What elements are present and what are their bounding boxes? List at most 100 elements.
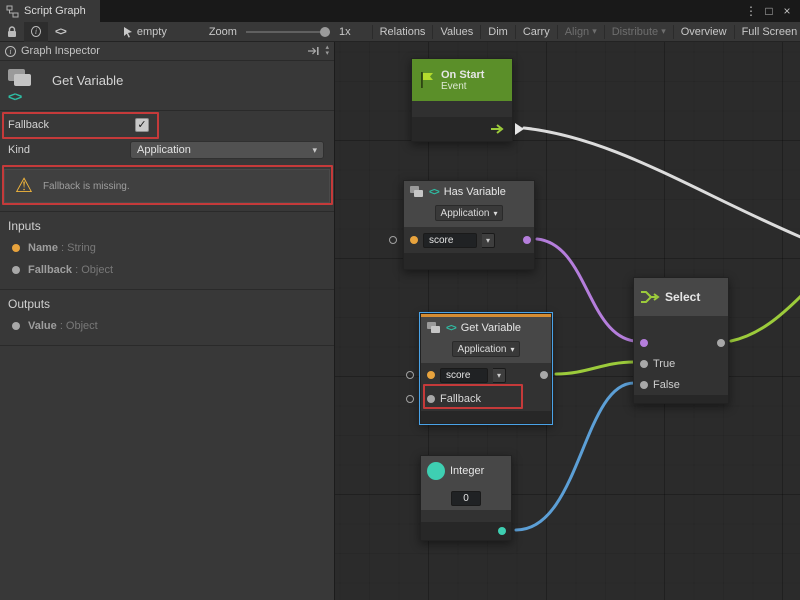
inspected-node-block: <> Get Variable bbox=[0, 61, 334, 111]
variable-name-field[interactable]: score bbox=[423, 233, 477, 248]
false-port-label: False bbox=[653, 379, 680, 391]
button-label: Values bbox=[440, 26, 473, 38]
condition-input-port[interactable] bbox=[640, 339, 648, 347]
variable-picker-button[interactable]: ▾ bbox=[493, 368, 506, 383]
code-icon: <> bbox=[55, 26, 66, 38]
zoom-value: 1x bbox=[339, 26, 351, 38]
kind-property-row: Kind Application ▾ bbox=[0, 138, 334, 162]
inspected-node-title: Get Variable bbox=[52, 73, 123, 88]
variables-icon bbox=[427, 322, 441, 334]
graph-inspector-panel: i Graph Inspector ▴ ▾ <> Get Variable Fa… bbox=[0, 42, 335, 600]
io-type: : Object bbox=[75, 264, 113, 276]
input-row-fallback: Fallback : Object bbox=[0, 259, 334, 281]
selection-output-port[interactable] bbox=[717, 339, 725, 347]
button-label: Distribute bbox=[612, 26, 658, 38]
unconnected-port[interactable] bbox=[406, 395, 414, 403]
window-menu-icon[interactable]: ⋮ bbox=[742, 0, 760, 22]
node-title: Select bbox=[665, 290, 700, 304]
lock-button[interactable] bbox=[0, 22, 24, 42]
dock-panel-icon[interactable] bbox=[307, 46, 320, 56]
kind-dropdown[interactable]: Application ▾ bbox=[130, 141, 324, 159]
window-titlebar: Script Graph ⋮ □ × bbox=[0, 0, 800, 22]
info-icon: i bbox=[31, 26, 41, 37]
false-input-port[interactable] bbox=[640, 381, 648, 389]
arrow-down-icon: ▾ bbox=[325, 51, 329, 57]
value-output-port[interactable] bbox=[540, 371, 548, 379]
io-type: : Object bbox=[60, 320, 98, 332]
button-label: Align bbox=[565, 26, 589, 38]
chevron-down-icon: ▾ bbox=[497, 371, 501, 380]
node-has-variable[interactable]: <> Has Variable Application ▾ score ▾ bbox=[403, 180, 535, 270]
full-screen-button[interactable]: Full Screen bbox=[735, 22, 800, 42]
dim-button[interactable]: Dim bbox=[481, 22, 515, 42]
control-flow-port[interactable] bbox=[515, 123, 524, 135]
string-port[interactable] bbox=[410, 236, 418, 244]
close-icon[interactable]: × bbox=[778, 0, 796, 22]
fallback-port-label: Fallback bbox=[440, 393, 481, 405]
node-title: On Start bbox=[441, 69, 484, 81]
fallback-label: Fallback bbox=[8, 119, 130, 131]
warning-text: Fallback is missing. bbox=[43, 181, 130, 192]
tab-script-graph[interactable]: Script Graph bbox=[0, 0, 100, 22]
bool-output-port[interactable] bbox=[523, 236, 531, 244]
node-title: Has Variable bbox=[444, 186, 506, 198]
code-view-button[interactable]: <> bbox=[48, 22, 73, 42]
zoom-slider-knob[interactable] bbox=[320, 27, 330, 37]
relations-button[interactable]: Relations bbox=[373, 22, 433, 42]
graph-canvas[interactable]: On Start Event <> Has Variable Applicati… bbox=[335, 42, 800, 600]
maximize-icon[interactable]: □ bbox=[760, 0, 778, 22]
wire-select-output[interactable] bbox=[731, 294, 800, 341]
scope-dropdown[interactable]: Application ▾ bbox=[452, 341, 521, 357]
code-icon: <> bbox=[8, 89, 21, 104]
scope-dropdown[interactable]: Application ▾ bbox=[435, 205, 504, 221]
wire-control-flow[interactable] bbox=[524, 128, 800, 238]
true-port-label: True bbox=[653, 358, 675, 370]
true-input-port[interactable] bbox=[640, 360, 648, 368]
node-select[interactable]: Select True False bbox=[633, 277, 729, 404]
node-get-variable[interactable]: <> Get Variable Application ▾ score ▾ Fa… bbox=[420, 313, 552, 424]
warning-icon: ⚠ bbox=[15, 176, 33, 196]
node-on-start[interactable]: On Start Event bbox=[411, 58, 513, 142]
align-button: Align▾ bbox=[558, 22, 604, 42]
chevron-down-icon: ▾ bbox=[592, 26, 597, 37]
chevron-down-icon: ▾ bbox=[493, 209, 497, 218]
control-output-arrow-icon[interactable] bbox=[490, 123, 506, 135]
divider bbox=[0, 345, 334, 346]
flag-icon bbox=[418, 70, 436, 90]
node-integer[interactable]: Integer 0 bbox=[420, 455, 512, 541]
io-name: Name bbox=[28, 242, 58, 254]
string-port[interactable] bbox=[427, 371, 435, 379]
node-subtitle: Event bbox=[441, 81, 484, 92]
unconnected-port[interactable] bbox=[389, 236, 397, 244]
carry-button[interactable]: Carry bbox=[516, 22, 557, 42]
variable-picker-button[interactable]: ▾ bbox=[482, 233, 495, 248]
inputs-header: Inputs bbox=[0, 212, 334, 237]
overview-button[interactable]: Overview bbox=[674, 22, 734, 42]
scope-value: Application bbox=[458, 344, 507, 355]
string-port-icon bbox=[12, 244, 20, 252]
panel-scroll-arrows[interactable]: ▴ ▾ bbox=[325, 45, 329, 57]
integer-value-field[interactable]: 0 bbox=[451, 491, 481, 506]
variable-name-field[interactable]: score bbox=[440, 368, 488, 383]
fallback-port[interactable] bbox=[427, 395, 435, 403]
inspector-title: Graph Inspector bbox=[21, 45, 100, 57]
node-title: Integer bbox=[450, 465, 484, 477]
cursor-icon bbox=[122, 26, 134, 38]
tab-title: Script Graph bbox=[24, 5, 86, 17]
lock-icon bbox=[7, 26, 17, 38]
inspector-header: i Graph Inspector ▴ ▾ bbox=[0, 42, 334, 61]
fallback-property-row: Fallback ✓ bbox=[0, 111, 334, 138]
wire-get-variable-to-select-true[interactable] bbox=[556, 362, 634, 374]
io-name: Value bbox=[28, 320, 57, 332]
unconnected-port[interactable] bbox=[406, 371, 414, 379]
inspector-toggle-button[interactable]: i bbox=[24, 22, 48, 42]
io-type: : String bbox=[61, 242, 96, 254]
zoom-label: Zoom bbox=[209, 26, 237, 38]
zoom-slider[interactable] bbox=[246, 31, 330, 33]
integer-output-port[interactable] bbox=[498, 527, 506, 535]
kind-label: Kind bbox=[8, 144, 130, 156]
fallback-checkbox[interactable]: ✓ bbox=[135, 118, 149, 132]
values-button[interactable]: Values bbox=[433, 22, 480, 42]
object-port-icon bbox=[12, 266, 20, 274]
integer-icon bbox=[427, 462, 445, 480]
